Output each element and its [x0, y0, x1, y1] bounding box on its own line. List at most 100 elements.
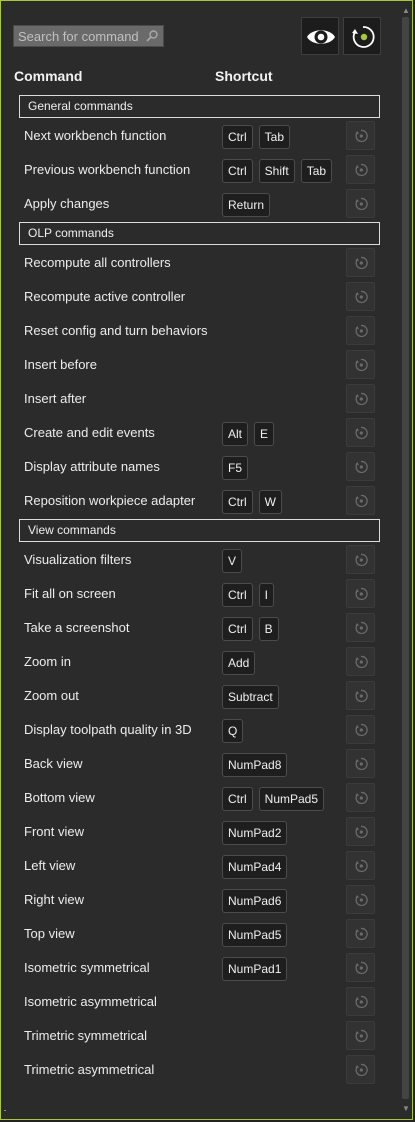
command-row[interactable]: Display toolpath quality in 3D Q	[1, 713, 401, 747]
reset-shortcut-button[interactable]	[346, 486, 375, 515]
shortcut-key[interactable]: NumPad6	[222, 889, 288, 913]
shortcut-key[interactable]: V	[222, 549, 243, 573]
shortcut-key[interactable]: Ctrl	[222, 617, 253, 641]
shortcut-key[interactable]: Ctrl	[222, 159, 253, 183]
shortcut-key[interactable]: Tab	[258, 125, 291, 149]
command-row[interactable]: Take a screenshot Ctrl B	[1, 611, 401, 645]
reset-shortcut-button[interactable]	[346, 155, 375, 184]
command-row[interactable]: Top view NumPad5	[1, 917, 401, 951]
shortcut-keys[interactable]: F5	[222, 456, 249, 480]
command-row[interactable]: Next workbench function Ctrl Tab	[1, 119, 401, 153]
reset-shortcut-button[interactable]	[346, 851, 375, 880]
reset-shortcut-button[interactable]	[346, 953, 375, 982]
command-row[interactable]: Trimetric symmetrical	[1, 1019, 401, 1053]
shortcut-key[interactable]: NumPad8	[222, 753, 288, 777]
shortcut-key[interactable]: Ctrl	[222, 125, 253, 149]
shortcut-keys[interactable]: Return	[222, 193, 271, 217]
shortcut-key[interactable]: NumPad4	[222, 855, 288, 879]
shortcut-key[interactable]: Tab	[300, 159, 333, 183]
reset-shortcut-button[interactable]	[346, 418, 375, 447]
shortcut-key[interactable]: F5	[222, 456, 249, 480]
reset-shortcut-button[interactable]	[346, 817, 375, 846]
command-row[interactable]: Create and edit events Alt E	[1, 416, 401, 450]
shortcut-key[interactable]: Add	[222, 651, 256, 675]
command-row[interactable]: Back view NumPad8	[1, 747, 401, 781]
shortcut-key[interactable]: Q	[222, 719, 244, 743]
shortcut-key[interactable]: NumPad1	[222, 957, 288, 981]
shortcut-key[interactable]: E	[254, 422, 275, 446]
shortcut-keys[interactable]: NumPad8	[222, 753, 288, 777]
command-row[interactable]: Insert after	[1, 382, 401, 416]
search-icon[interactable]	[145, 29, 159, 43]
shortcut-keys[interactable]: Ctrl NumPad5	[222, 787, 325, 811]
search-input[interactable]	[14, 26, 146, 46]
reset-shortcut-button[interactable]	[346, 189, 375, 218]
command-row[interactable]: Trimetric asymmetrical	[1, 1053, 401, 1087]
command-row[interactable]: Zoom in Add	[1, 645, 401, 679]
shortcut-key[interactable]: W	[258, 490, 282, 514]
resize-grip-icon[interactable]	[3, 1109, 13, 1111]
reset-shortcut-button[interactable]	[346, 316, 375, 345]
shortcut-keys[interactable]: Alt E	[222, 422, 275, 446]
reset-shortcut-button[interactable]	[346, 282, 375, 311]
shortcut-keys[interactable]: Ctrl Tab	[222, 125, 291, 149]
scroll-down-arrow-icon[interactable]: ▼	[402, 1105, 410, 1113]
command-row[interactable]: Recompute active controller	[1, 280, 401, 314]
reset-shortcut-button[interactable]	[346, 715, 375, 744]
reset-shortcut-button[interactable]	[346, 749, 375, 778]
command-row[interactable]: Right view NumPad6	[1, 883, 401, 917]
shortcut-keys[interactable]: NumPad4	[222, 855, 288, 879]
shortcut-key[interactable]: NumPad2	[222, 821, 288, 845]
scroll-thumb[interactable]	[402, 17, 409, 1099]
shortcut-key[interactable]: NumPad5	[222, 923, 288, 947]
shortcut-keys[interactable]: NumPad6	[222, 889, 288, 913]
toggle-visibility-button[interactable]	[301, 17, 339, 55]
shortcut-keys[interactable]: NumPad5	[222, 923, 288, 947]
reset-shortcut-button[interactable]	[346, 545, 375, 574]
reset-shortcut-button[interactable]	[346, 384, 375, 413]
command-row[interactable]: Visualization filters V	[1, 543, 401, 577]
reset-shortcut-button[interactable]	[346, 121, 375, 150]
reset-shortcut-button[interactable]	[346, 1055, 375, 1084]
reset-shortcut-button[interactable]	[346, 681, 375, 710]
shortcut-keys[interactable]: NumPad2	[222, 821, 288, 845]
search-box[interactable]	[13, 25, 164, 47]
command-row[interactable]: Isometric symmetrical NumPad1	[1, 951, 401, 985]
reset-shortcut-button[interactable]	[346, 885, 375, 914]
shortcut-keys[interactable]: V	[222, 549, 243, 573]
command-row[interactable]: Previous workbench function Ctrl Shift Tab	[1, 153, 401, 187]
scroll-up-arrow-icon[interactable]: ▲	[402, 7, 410, 15]
command-row[interactable]: Reposition workpiece adapter Ctrl W	[1, 484, 401, 518]
reset-shortcut-button[interactable]	[346, 1021, 375, 1050]
shortcut-key[interactable]: Ctrl	[222, 787, 253, 811]
reset-shortcut-button[interactable]	[346, 647, 375, 676]
shortcut-key[interactable]: B	[258, 617, 279, 641]
shortcut-key[interactable]: Ctrl	[222, 583, 253, 607]
shortcut-key[interactable]: NumPad5	[258, 787, 325, 811]
reset-shortcut-button[interactable]	[346, 987, 375, 1016]
shortcut-key[interactable]: Ctrl	[222, 490, 253, 514]
command-row[interactable]: Recompute all controllers	[1, 246, 401, 280]
command-row[interactable]: Zoom out Subtract	[1, 679, 401, 713]
shortcut-keys[interactable]: Ctrl W	[222, 490, 282, 514]
vertical-scrollbar[interactable]: ▲ ▼	[400, 5, 412, 1115]
command-row[interactable]: Isometric asymmetrical	[1, 985, 401, 1019]
shortcut-keys[interactable]: Ctrl B	[222, 617, 279, 641]
shortcut-keys[interactable]: NumPad1	[222, 957, 288, 981]
reset-shortcut-button[interactable]	[346, 452, 375, 481]
command-row[interactable]: Front view NumPad2	[1, 815, 401, 849]
shortcut-key[interactable]: I	[258, 583, 275, 607]
shortcut-keys[interactable]: Subtract	[222, 685, 279, 709]
command-row[interactable]: Insert before	[1, 348, 401, 382]
reset-shortcut-button[interactable]	[346, 350, 375, 379]
command-row[interactable]: Left view NumPad4	[1, 849, 401, 883]
command-row[interactable]: Fit all on screen Ctrl I	[1, 577, 401, 611]
shortcut-keys[interactable]: Ctrl Shift Tab	[222, 159, 333, 183]
command-row[interactable]: Reset config and turn behaviors	[1, 314, 401, 348]
reset-shortcut-button[interactable]	[346, 919, 375, 948]
shortcut-keys[interactable]: Ctrl I	[222, 583, 275, 607]
reset-all-button[interactable]	[343, 17, 381, 55]
command-row[interactable]: Apply changes Return	[1, 187, 401, 221]
shortcut-key[interactable]: Alt	[222, 422, 249, 446]
shortcut-keys[interactable]: Add	[222, 651, 256, 675]
